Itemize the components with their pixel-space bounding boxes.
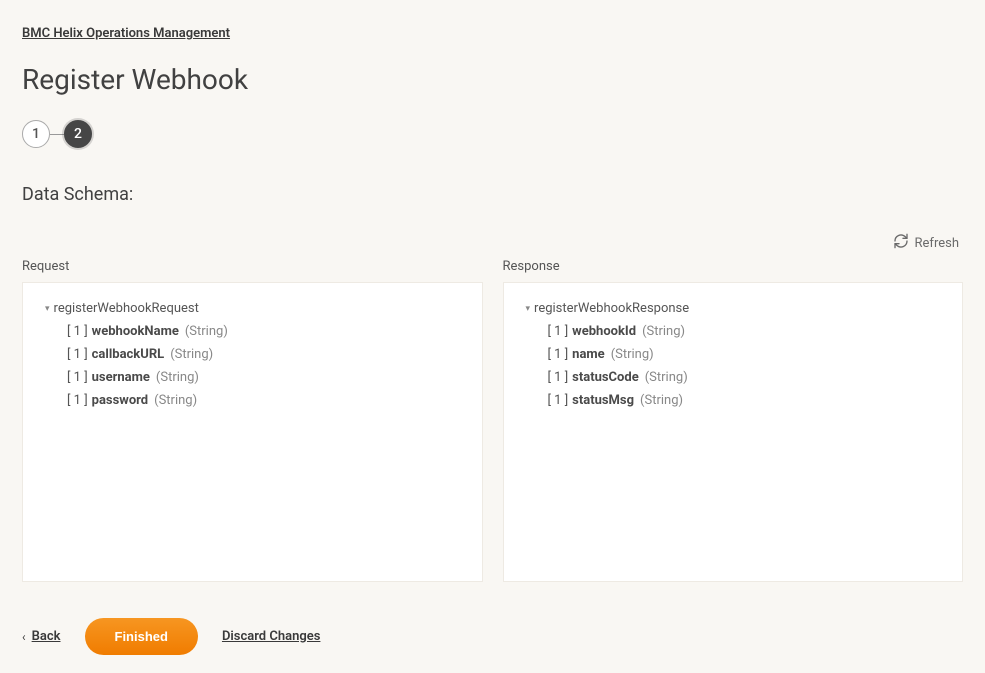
request-panel: ▾ registerWebhookRequest [ 1 ] webhookNa… <box>22 282 483 582</box>
schema-panels: Request ▾ registerWebhookRequest [ 1 ] w… <box>22 259 963 582</box>
step-1[interactable]: 1 <box>22 120 50 148</box>
tree-item[interactable]: [ 1 ] statusCode (String) <box>548 370 941 385</box>
refresh-button[interactable]: Refresh <box>893 233 959 253</box>
field-name: username <box>92 370 150 385</box>
response-root-node[interactable]: ▾ registerWebhookResponse <box>526 301 941 316</box>
back-label: Back <box>32 629 61 644</box>
cardinality: [ 1 ] <box>548 347 569 362</box>
cardinality: [ 1 ] <box>548 324 569 339</box>
section-title: Data Schema: <box>22 184 963 205</box>
field-name: name <box>572 347 605 362</box>
request-tree-children: [ 1 ] webhookName (String) [ 1 ] callbac… <box>45 324 460 408</box>
wizard-stepper: 1 2 <box>22 120 963 148</box>
field-name: callbackURL <box>92 347 165 362</box>
field-type: (String) <box>185 324 228 339</box>
response-root-label: registerWebhookResponse <box>534 301 689 316</box>
field-name: statusMsg <box>572 393 634 408</box>
field-name: webhookId <box>572 324 636 339</box>
response-tree-children: [ 1 ] webhookId (String) [ 1 ] name (Str… <box>526 324 941 408</box>
response-panel-title: Response <box>503 259 964 274</box>
cardinality: [ 1 ] <box>548 370 569 385</box>
step-2[interactable]: 2 <box>64 120 92 148</box>
response-panel: ▾ registerWebhookResponse [ 1 ] webhookI… <box>503 282 964 582</box>
refresh-label: Refresh <box>915 236 959 251</box>
request-panel-wrap: Request ▾ registerWebhookRequest [ 1 ] w… <box>22 259 483 582</box>
step-connector <box>50 134 64 135</box>
tree-item[interactable]: [ 1 ] password (String) <box>67 393 460 408</box>
refresh-icon <box>893 233 909 253</box>
tree-item[interactable]: [ 1 ] webhookName (String) <box>67 324 460 339</box>
cardinality: [ 1 ] <box>548 393 569 408</box>
chevron-down-icon: ▾ <box>526 304 531 314</box>
tree-item[interactable]: [ 1 ] username (String) <box>67 370 460 385</box>
tree-item[interactable]: [ 1 ] callbackURL (String) <box>67 347 460 362</box>
discard-changes-link[interactable]: Discard Changes <box>222 629 320 644</box>
cardinality: [ 1 ] <box>67 370 88 385</box>
field-type: (String) <box>170 347 213 362</box>
request-root-node[interactable]: ▾ registerWebhookRequest <box>45 301 460 316</box>
field-type: (String) <box>154 393 197 408</box>
cardinality: [ 1 ] <box>67 324 88 339</box>
field-type: (String) <box>642 324 685 339</box>
tree-item[interactable]: [ 1 ] statusMsg (String) <box>548 393 941 408</box>
finished-button[interactable]: Finished <box>85 618 198 655</box>
field-type: (String) <box>645 370 688 385</box>
field-type: (String) <box>640 393 683 408</box>
request-root-label: registerWebhookRequest <box>54 301 199 316</box>
wizard-footer: ‹ Back Finished Discard Changes <box>22 618 963 655</box>
field-type: (String) <box>156 370 199 385</box>
cardinality: [ 1 ] <box>67 393 88 408</box>
field-type: (String) <box>611 347 654 362</box>
tree-item[interactable]: [ 1 ] name (String) <box>548 347 941 362</box>
response-panel-wrap: Response ▾ registerWebhookResponse [ 1 ]… <box>503 259 964 582</box>
back-button[interactable]: ‹ Back <box>22 629 61 644</box>
chevron-left-icon: ‹ <box>22 630 26 644</box>
page-title: Register Webhook <box>22 63 963 96</box>
breadcrumb-parent[interactable]: BMC Helix Operations Management <box>22 26 230 41</box>
field-name: password <box>92 393 148 408</box>
request-panel-title: Request <box>22 259 483 274</box>
tree-item[interactable]: [ 1 ] webhookId (String) <box>548 324 941 339</box>
cardinality: [ 1 ] <box>67 347 88 362</box>
field-name: webhookName <box>92 324 179 339</box>
field-name: statusCode <box>572 370 639 385</box>
chevron-down-icon: ▾ <box>45 304 50 314</box>
